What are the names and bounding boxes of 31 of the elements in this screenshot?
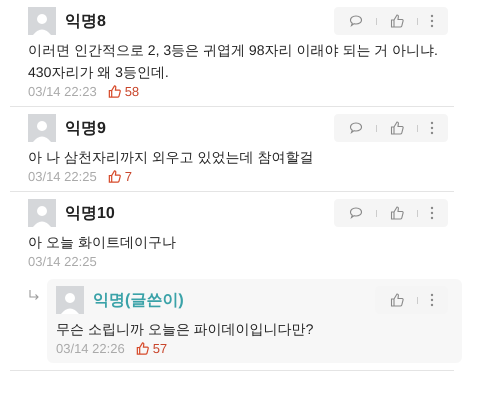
thumbs-up-icon[interactable]: [389, 205, 405, 221]
avatar-icon: [56, 286, 84, 314]
thumbs-up-icon[interactable]: [389, 13, 405, 29]
author-name: 익명9: [65, 118, 107, 138]
avatar-icon: [28, 7, 56, 35]
avatar-icon: [28, 114, 56, 142]
author-name: 익명8: [65, 12, 107, 32]
timestamp: 03/14 22:25: [28, 254, 97, 269]
comment-text: 아 나 삼천자리까지 외우고 있었는데 참여할걸: [28, 148, 314, 167]
comment-text: 아 오늘 화이트데이구나: [28, 233, 177, 252]
thumbs-up-icon[interactable]: [389, 292, 405, 308]
more-icon[interactable]: [430, 13, 434, 29]
like-count: 7: [106, 169, 132, 184]
more-icon[interactable]: [430, 292, 434, 308]
comment-icon[interactable]: [348, 205, 364, 221]
like-count: 58: [106, 84, 140, 99]
author-name: 익명(글쓴이): [93, 290, 185, 310]
more-icon[interactable]: [430, 120, 434, 136]
author-name: 익명10: [65, 204, 116, 224]
timestamp: 03/14 22:25: [28, 169, 97, 184]
timestamp: 03/14 22:26: [56, 341, 125, 356]
more-icon[interactable]: [430, 205, 434, 221]
timestamp: 03/14 22:23: [28, 84, 97, 99]
comment-icon[interactable]: [348, 13, 364, 29]
thumbs-up-icon[interactable]: [389, 120, 405, 136]
like-count: 57: [134, 341, 168, 356]
comment-icon[interactable]: [348, 120, 364, 136]
avatar-icon: [28, 199, 56, 227]
comment-text: 이러면 인간적으로 2, 3등은 귀엽게 98자리 이래야 되는 거 아니냐. 430자리가 왜 3등인데.: [28, 41, 439, 82]
comment-text: 무슨 소립니까 오늘은 파이데이입니다만?: [56, 320, 314, 339]
reply-arrow-icon: [28, 289, 40, 301]
